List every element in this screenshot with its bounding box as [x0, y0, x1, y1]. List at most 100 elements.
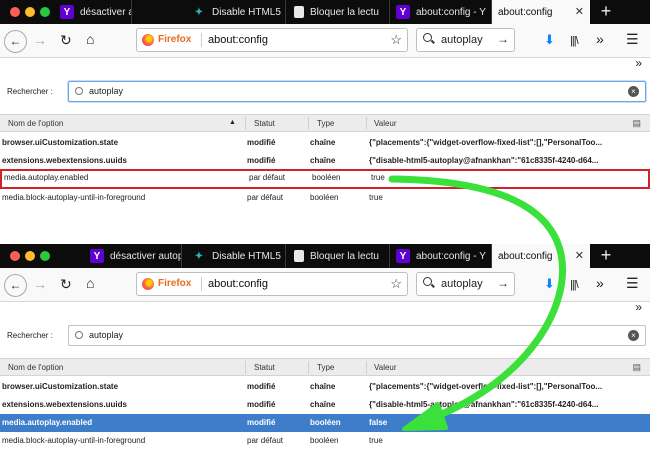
search-icon — [75, 331, 83, 339]
reload-button[interactable]: ↻ — [60, 274, 72, 294]
pref-name: extensions.webextensions.uuids — [2, 400, 127, 409]
library-icon[interactable]: |||\ — [570, 31, 579, 51]
search-go-icon[interactable]: → — [497, 276, 509, 290]
filter-label: Rechercher : — [7, 87, 53, 96]
new-tab-button[interactable]: + — [596, 1, 616, 22]
minimize-window-button[interactable] — [25, 251, 35, 261]
column-separator[interactable] — [366, 117, 367, 130]
column-header-type[interactable]: Type — [317, 119, 334, 128]
search-text: autoplay — [441, 34, 483, 46]
minimize-window-button[interactable] — [25, 7, 35, 17]
tab-active[interactable]: about:config ✕ — [492, 0, 590, 24]
column-header-status[interactable]: Statut — [254, 363, 275, 372]
library-icon[interactable]: |||\ — [570, 275, 579, 295]
pref-status: modifié — [247, 382, 276, 391]
table-row-highlighted[interactable]: media.autoplay.enabled par défaut boolée… — [0, 169, 650, 189]
pref-type: chaîne — [310, 138, 336, 147]
table-row[interactable]: extensions.webextensions.uuids modifié c… — [0, 152, 650, 170]
sort-ascending-icon: ▲ — [229, 119, 236, 126]
pref-status: modifié — [247, 156, 276, 165]
forward-button[interactable]: → — [33, 30, 47, 50]
table-row-selected[interactable]: media.autoplay.enabled modifié booléen f… — [0, 414, 650, 432]
table-row[interactable]: browser.uiCustomization.state modifié ch… — [0, 134, 650, 152]
table-row[interactable]: media.block-autoplay-until-in-foreground… — [0, 432, 650, 450]
tab-2[interactable]: ✦ Disable HTML5 — [188, 244, 286, 268]
tab-2[interactable]: ✦ Disable HTML5 — [188, 0, 286, 24]
column-separator[interactable] — [245, 117, 246, 130]
zoom-window-button[interactable] — [40, 251, 50, 261]
home-button[interactable]: ⌂ — [86, 273, 94, 293]
search-go-icon[interactable]: → — [497, 32, 509, 46]
pref-status: par défaut — [247, 436, 284, 445]
column-picker-icon[interactable]: ▤ — [632, 118, 641, 129]
column-header-value[interactable]: Valeur — [374, 363, 397, 372]
column-header-name[interactable]: Nom de l'option — [8, 119, 63, 128]
column-separator[interactable] — [366, 361, 367, 374]
clear-icon[interactable]: × — [628, 86, 639, 97]
bookmark-star-icon[interactable]: ☆ — [390, 276, 402, 292]
tab-4[interactable]: Y about:config - Y — [392, 0, 492, 24]
tab-active[interactable]: about:config ✕ — [492, 244, 590, 268]
search-bar[interactable]: autoplay → — [416, 28, 515, 52]
tab-3[interactable]: Bloquer la lectu — [290, 244, 390, 268]
tab-strip: Y désactiver autop ✦ Disable HTML5 Bloqu… — [0, 0, 650, 24]
back-button[interactable]: ← — [4, 30, 27, 53]
pref-status: par défaut — [249, 173, 286, 182]
pref-status: modifié — [247, 418, 276, 427]
zoom-window-button[interactable] — [40, 7, 50, 17]
download-icon[interactable]: ⬇ — [544, 30, 555, 50]
clear-icon[interactable]: × — [628, 330, 639, 341]
table-row[interactable]: extensions.webextensions.uuids modifié c… — [0, 396, 650, 414]
pref-value: true — [371, 173, 385, 182]
hamburger-menu-icon[interactable]: ☰ — [626, 29, 639, 49]
tab-1[interactable]: Y désactiver autop — [56, 0, 132, 24]
close-window-button[interactable] — [10, 251, 20, 261]
tab-label: Bloquer la lectu — [310, 250, 379, 262]
close-tab-icon[interactable]: ✕ — [575, 5, 584, 18]
close-tab-icon[interactable]: ✕ — [575, 249, 584, 262]
pref-type: booléen — [310, 193, 339, 202]
pref-type: chaîne — [310, 156, 336, 165]
column-header-status[interactable]: Statut — [254, 119, 275, 128]
column-picker-icon[interactable]: ▤ — [632, 362, 641, 373]
pref-type: booléen — [312, 173, 341, 182]
chevron-overflow-icon[interactable]: » — [635, 300, 642, 314]
download-icon[interactable]: ⬇ — [544, 274, 555, 294]
hamburger-menu-icon[interactable]: ☰ — [626, 273, 639, 293]
filter-input[interactable]: autoplay × — [68, 81, 646, 102]
forward-button[interactable]: → — [33, 274, 47, 294]
firefox-icon — [142, 278, 154, 290]
tab-label: about:config - Y — [416, 250, 486, 262]
chevron-overflow-icon[interactable]: » — [635, 56, 642, 70]
column-header-type[interactable]: Type — [317, 363, 334, 372]
url-bar[interactable]: Firefox about:config ☆ — [136, 28, 408, 52]
tab-1[interactable]: Y désactiver autop — [86, 244, 182, 268]
column-header-value[interactable]: Valeur — [374, 119, 397, 128]
tab-label: about:config — [498, 250, 553, 262]
pref-value: {"placements":{"widget-overflow-fixed-li… — [369, 382, 603, 391]
column-header-name[interactable]: Nom de l'option — [8, 363, 63, 372]
page-icon — [294, 250, 304, 262]
column-separator[interactable] — [308, 361, 309, 374]
chevron-overflow-icon[interactable]: » — [596, 29, 604, 49]
tab-3[interactable]: Bloquer la lectu — [290, 0, 390, 24]
url-bar[interactable]: Firefox about:config ☆ — [136, 272, 408, 296]
pref-name: media.autoplay.enabled — [2, 418, 93, 427]
close-window-button[interactable] — [10, 7, 20, 17]
filter-input[interactable]: autoplay × — [68, 325, 646, 346]
reload-button[interactable]: ↻ — [60, 30, 72, 50]
pref-value: {"disable-html5-autoplay@afnankhan":"61c… — [369, 400, 599, 409]
column-separator[interactable] — [308, 117, 309, 130]
home-button[interactable]: ⌂ — [86, 29, 94, 49]
column-separator[interactable] — [245, 361, 246, 374]
table-row[interactable]: browser.uiCustomization.state modifié ch… — [0, 378, 650, 396]
addon-icon: ✦ — [194, 250, 204, 262]
table-row[interactable]: media.block-autoplay-until-in-foreground… — [0, 189, 650, 207]
back-button[interactable]: ← — [4, 274, 27, 297]
tab-4[interactable]: Y about:config - Y — [392, 244, 492, 268]
pref-name: extensions.webextensions.uuids — [2, 156, 127, 165]
bookmark-star-icon[interactable]: ☆ — [390, 32, 402, 48]
search-bar[interactable]: autoplay → — [416, 272, 515, 296]
chevron-overflow-icon[interactable]: » — [596, 273, 604, 293]
new-tab-button[interactable]: + — [596, 245, 616, 266]
